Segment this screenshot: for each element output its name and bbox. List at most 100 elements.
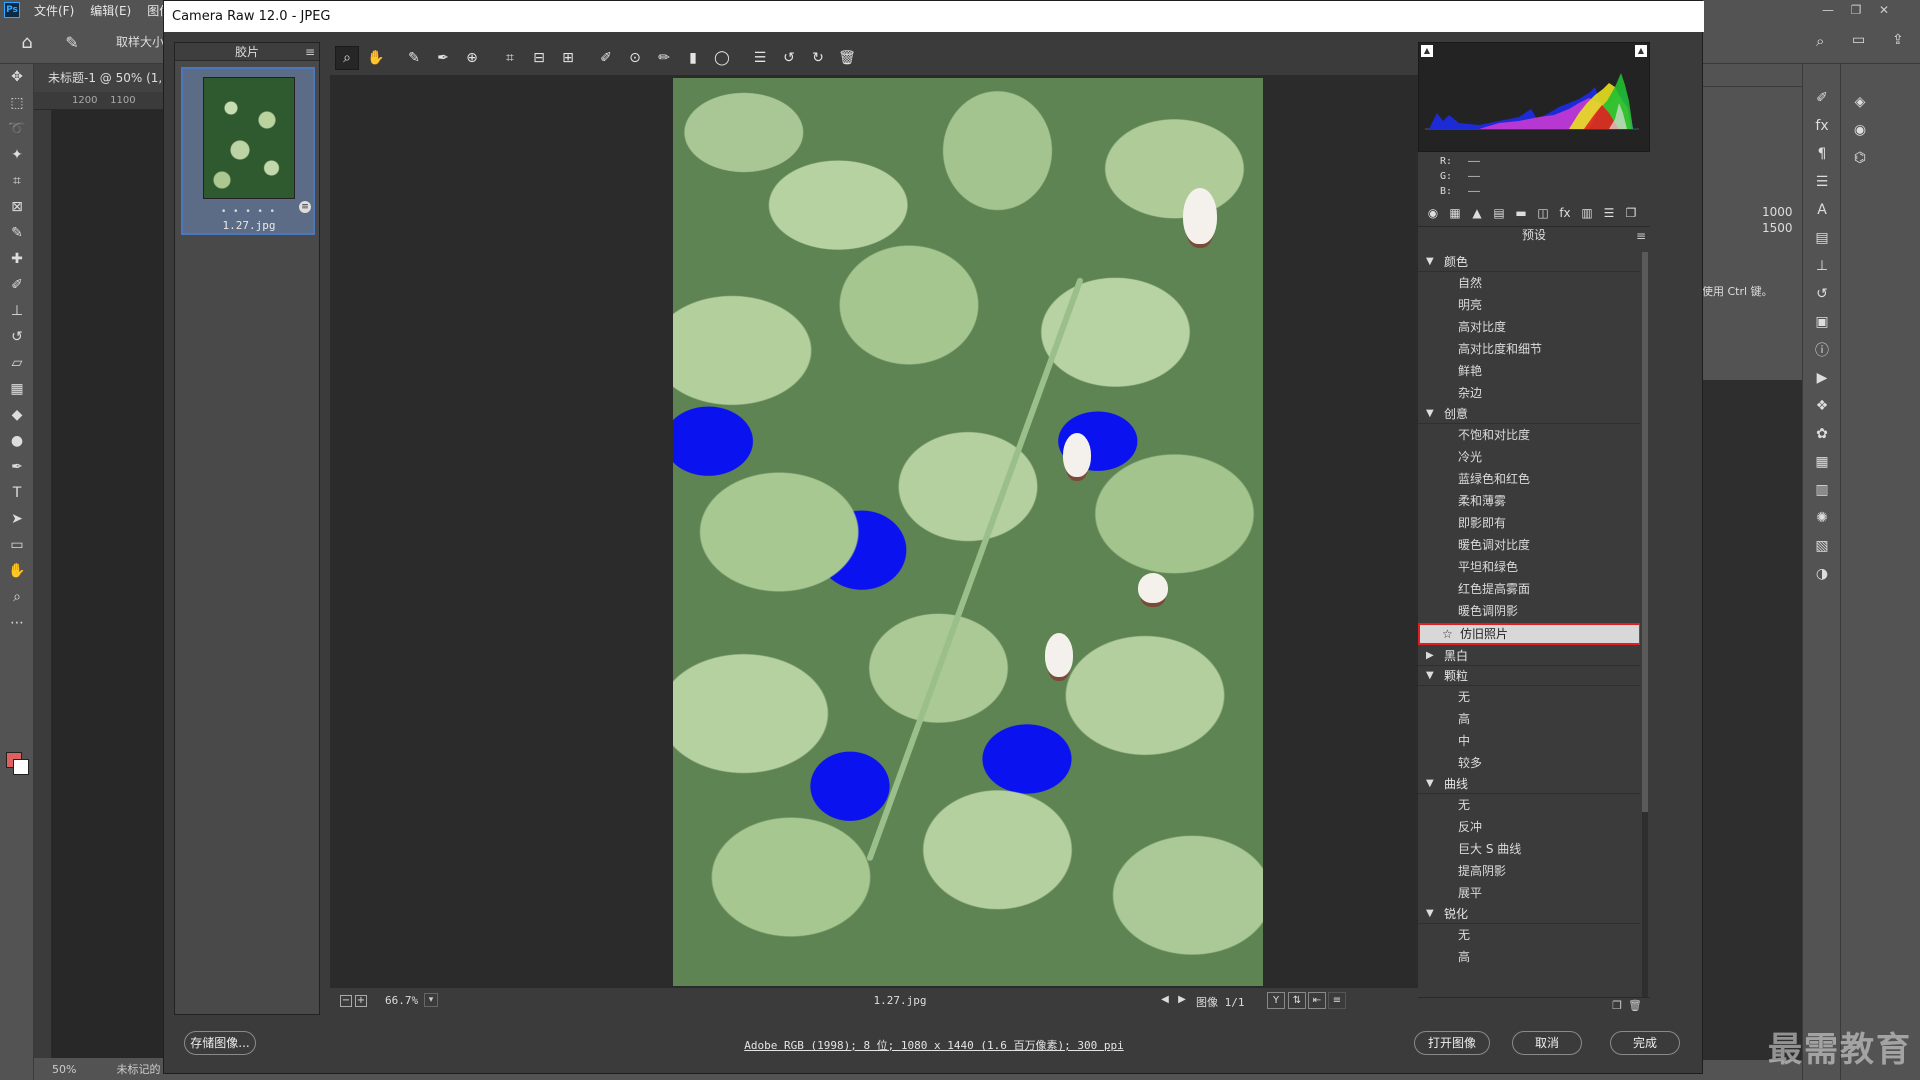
zoom-icon[interactable]: ⌕: [335, 46, 359, 70]
preset-item[interactable]: 杂边: [1418, 382, 1640, 404]
tab-snapshots-icon[interactable]: ❐: [1620, 203, 1642, 223]
straighten-icon[interactable]: ⊟: [527, 46, 551, 70]
rating-stars[interactable]: • • • • •: [183, 207, 315, 217]
swap-before-after-icon[interactable]: ⇅: [1288, 992, 1306, 1009]
preset-group[interactable]: ▼ 颗粒: [1418, 666, 1640, 686]
delete-preset-icon[interactable]: 🗑: [1628, 999, 1642, 1012]
tab-lens-icon[interactable]: ◫: [1532, 203, 1554, 223]
tab-presets-icon[interactable]: ☰: [1598, 203, 1620, 223]
white-balance-icon[interactable]: ✎: [402, 46, 426, 70]
eyedropper-preset-icon[interactable]: ✎: [58, 30, 86, 54]
preset-item[interactable]: 巨大 S 曲线: [1418, 838, 1640, 860]
preset-item[interactable]: 高对比度: [1418, 316, 1640, 338]
color-icon[interactable]: ✿: [1803, 420, 1841, 448]
more-tools-icon[interactable]: ⋯: [0, 610, 34, 636]
share-icon[interactable]: ⇪: [1892, 32, 1904, 48]
preset-item[interactable]: 无: [1418, 686, 1640, 708]
menu-file[interactable]: 文件(F): [26, 2, 82, 19]
zoom-out-button[interactable]: −: [340, 995, 352, 1007]
close-icon[interactable]: ✕: [1870, 0, 1898, 20]
delete-icon[interactable]: 🗑: [835, 46, 859, 70]
preset-item[interactable]: 平坦和绿色: [1418, 556, 1640, 578]
3d-icon[interactable]: ✺: [1803, 504, 1841, 532]
zoom-in-button[interactable]: +: [355, 995, 367, 1007]
triangle-down-icon[interactable]: ▼: [1426, 904, 1444, 924]
magic-wand-tool-icon[interactable]: ✦: [0, 142, 34, 168]
prev-image-icon[interactable]: ◀: [1158, 993, 1172, 1007]
color-sampler-icon[interactable]: ✒: [431, 46, 455, 70]
preset-scrollbar[interactable]: [1642, 252, 1648, 997]
save-image-button[interactable]: 存储图像...: [184, 1031, 256, 1055]
healing-tool-icon[interactable]: ✚: [0, 246, 34, 272]
new-preset-icon[interactable]: ❐: [1612, 999, 1622, 1012]
crop-tool-icon[interactable]: ⌗: [0, 168, 34, 194]
tab-calibration-icon[interactable]: ▥: [1576, 203, 1598, 223]
history-icon[interactable]: ↺: [1803, 280, 1841, 308]
panel-menu-icon[interactable]: ≡: [1636, 228, 1646, 244]
move-tool-icon[interactable]: ✥: [0, 64, 34, 90]
rotate-ccw-icon[interactable]: ↺: [777, 46, 801, 70]
home-icon[interactable]: ⌂: [14, 30, 40, 54]
preset-item[interactable]: 展平: [1418, 882, 1640, 904]
table-icon[interactable]: ▦: [1803, 448, 1841, 476]
transform-icon[interactable]: ⊞: [556, 46, 580, 70]
preset-item[interactable]: 不饱和对比度: [1418, 424, 1640, 446]
preset-item[interactable]: 自然: [1418, 272, 1640, 294]
dodge-tool-icon[interactable]: ●: [0, 428, 34, 454]
preset-item[interactable]: 高对比度和细节: [1418, 338, 1640, 360]
preview-image[interactable]: [673, 78, 1263, 986]
preset-item[interactable]: 无: [1418, 924, 1640, 946]
cancel-button[interactable]: 取消: [1512, 1031, 1582, 1055]
next-image-icon[interactable]: ▶: [1175, 993, 1189, 1007]
preset-item[interactable]: 冷光: [1418, 446, 1640, 468]
crop-icon[interactable]: ⌗: [498, 46, 522, 70]
brush-tool-icon[interactable]: ✐: [0, 272, 34, 298]
stamp-tool-icon[interactable]: ⊥: [0, 298, 34, 324]
preset-item[interactable]: 暖色调阴影: [1418, 600, 1640, 622]
preset-item[interactable]: 中: [1418, 730, 1640, 752]
preset-item[interactable]: 柔和薄雾: [1418, 490, 1640, 512]
path-select-icon[interactable]: ➤: [0, 506, 34, 532]
adjustments-icon[interactable]: ☰: [1803, 168, 1841, 196]
open-image-button[interactable]: 打开图像: [1414, 1031, 1490, 1055]
hand-icon[interactable]: ✋: [364, 46, 388, 70]
done-button[interactable]: 完成: [1610, 1031, 1680, 1055]
preset-item[interactable]: 蓝绿色和红色: [1418, 468, 1640, 490]
document-tab[interactable]: 未标题-1 @ 50% (1,: [34, 64, 164, 92]
channels2-icon[interactable]: ◉: [1841, 116, 1879, 144]
blur-tool-icon[interactable]: ◆: [0, 402, 34, 428]
gradient-tool-icon[interactable]: ▦: [0, 376, 34, 402]
paths-icon[interactable]: ⌬: [1841, 144, 1879, 172]
swatches-icon[interactable]: ❖: [1803, 392, 1841, 420]
search-icon[interactable]: ⌕: [1816, 32, 1824, 50]
layers-icon[interactable]: ◈: [1841, 88, 1879, 116]
character-icon[interactable]: A: [1803, 196, 1841, 224]
channels-icon[interactable]: ▣: [1803, 308, 1841, 336]
marquee-tool-icon[interactable]: ⬚: [0, 90, 34, 116]
menu-edit[interactable]: 编辑(E): [82, 2, 139, 19]
timeline-icon[interactable]: ▧: [1803, 532, 1841, 560]
info-icon[interactable]: ⓘ: [1803, 336, 1841, 364]
graduated-filter-icon[interactable]: ▮: [681, 46, 705, 70]
lasso-tool-icon[interactable]: ➰: [0, 116, 34, 142]
preset-item[interactable]: 红色提高雾面: [1418, 578, 1640, 600]
preset-group[interactable]: ▼ 创意: [1418, 404, 1640, 424]
preset-item[interactable]: 即影即有: [1418, 512, 1640, 534]
history-brush-icon[interactable]: ↺: [0, 324, 34, 350]
preset-group[interactable]: ▼ 曲线: [1418, 774, 1640, 794]
tab-tone-curve-icon[interactable]: ▦: [1444, 203, 1466, 223]
preset-item[interactable]: 暖色调对比度: [1418, 534, 1640, 556]
tab-hsl-icon[interactable]: ▤: [1488, 203, 1510, 223]
star-icon[interactable]: ☆: [1442, 625, 1460, 643]
adjustment-brush-icon[interactable]: ✏: [652, 46, 676, 70]
preset-item[interactable]: 明亮: [1418, 294, 1640, 316]
triangle-down-icon[interactable]: ▼: [1426, 774, 1444, 794]
preset-item[interactable]: 无: [1418, 794, 1640, 816]
eraser-tool-icon[interactable]: ▱: [0, 350, 34, 376]
spot-removal-icon[interactable]: ✐: [594, 46, 618, 70]
scrollbar-thumb[interactable]: [1642, 252, 1648, 812]
triangle-down-icon[interactable]: ▼: [1426, 666, 1444, 686]
tab-detail-icon[interactable]: ▲: [1466, 203, 1488, 223]
minimize-icon[interactable]: —: [1814, 0, 1842, 20]
status-zoom[interactable]: 50%: [52, 1063, 76, 1076]
